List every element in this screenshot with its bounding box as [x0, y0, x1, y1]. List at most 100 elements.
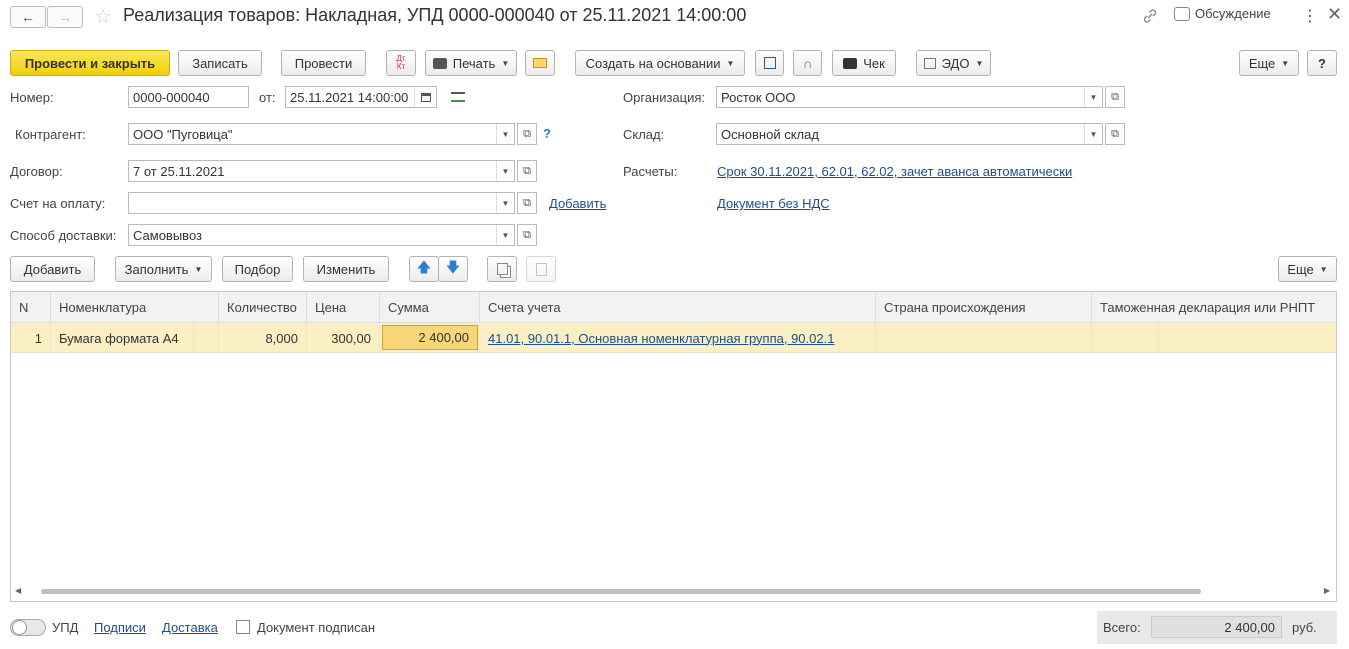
row-country[interactable]: [876, 323, 1092, 353]
chevron-down-icon: ▼: [194, 264, 203, 274]
forward-button[interactable]: →: [47, 6, 83, 28]
row-quantity[interactable]: 8,000: [219, 323, 307, 353]
create-based-on-button[interactable]: Создать на основании ▼: [575, 50, 745, 76]
table-add-button[interactable]: Добавить: [10, 256, 95, 282]
history-icon[interactable]: [451, 92, 465, 102]
open-window-icon: ⧉: [1111, 90, 1119, 103]
contractor-help-icon[interactable]: ?: [543, 126, 551, 141]
check-button[interactable]: Чек: [832, 50, 896, 76]
chevron-down-icon: ▼: [975, 58, 984, 68]
open-window-icon: ⧉: [523, 164, 531, 177]
warehouse-open-button[interactable]: ⧉: [1105, 123, 1125, 145]
contractor-label: Контрагент:: [15, 127, 86, 142]
table-more-button[interactable]: Еще ▼: [1278, 256, 1337, 282]
delivery-open-button[interactable]: ⧉: [517, 224, 537, 246]
row-accounts-link[interactable]: 41.01, 90.01.1, Основная номенклатурная …: [480, 323, 876, 353]
print-button[interactable]: Печать ▼: [425, 50, 517, 76]
chevron-down-icon: ▼: [1319, 264, 1328, 274]
date-from-label: от:: [259, 90, 276, 105]
paste-rows-button[interactable]: [526, 256, 556, 282]
no-vat-document-link[interactable]: Документ без НДС: [717, 196, 830, 211]
chevron-down-icon[interactable]: ▼: [496, 225, 514, 245]
goods-table[interactable]: N Номенклатура Количество Цена Сумма Сче…: [10, 291, 1337, 602]
row-item[interactable]: Бумага формата А4: [51, 323, 194, 353]
row-customs[interactable]: [1092, 323, 1159, 353]
structure-button[interactable]: [755, 50, 784, 76]
back-button[interactable]: ←: [10, 6, 46, 28]
open-window-icon: ⧉: [523, 196, 531, 209]
arrow-down-icon: 🡇: [445, 259, 461, 275]
scroll-right-icon[interactable]: ▶: [1324, 586, 1330, 595]
attach-button[interactable]: ∩: [793, 50, 822, 76]
post-button[interactable]: Провести: [281, 50, 366, 76]
organization-field[interactable]: Росток ООО ▼: [716, 86, 1103, 108]
chevron-down-icon[interactable]: ▼: [1084, 87, 1102, 107]
chevron-down-icon[interactable]: ▼: [496, 161, 514, 181]
email-button[interactable]: [525, 50, 555, 76]
fill-button[interactable]: Заполнить ▼: [115, 256, 212, 282]
date-field[interactable]: 25.11.2021 14:00:00: [285, 86, 437, 108]
chevron-down-icon[interactable]: ▼: [496, 124, 514, 144]
calendar-icon[interactable]: [414, 87, 436, 107]
save-button[interactable]: Записать: [178, 50, 262, 76]
contract-label: Договор:: [10, 164, 63, 179]
link-icon[interactable]: [1141, 7, 1159, 25]
delivery-method-field[interactable]: Самовывоз ▼: [128, 224, 515, 246]
organization-open-button[interactable]: ⧉: [1105, 86, 1125, 108]
row-sum[interactable]: 2 400,00: [382, 325, 478, 350]
change-button[interactable]: Изменить: [303, 256, 389, 282]
document-signed-checkbox[interactable]: [236, 620, 250, 634]
close-icon[interactable]: ✕: [1327, 4, 1342, 25]
invoice-open-button[interactable]: ⧉: [517, 192, 537, 214]
scroll-left-icon[interactable]: ◀: [15, 586, 21, 595]
table-row[interactable]: 1 Бумага формата А4 8,000 300,00 2 400,0…: [11, 323, 1336, 353]
invoice-field[interactable]: ▼: [128, 192, 515, 214]
table-header: N Номенклатура Количество Цена Сумма Сче…: [11, 292, 1336, 323]
dt-kt-button[interactable]: Дт Кт: [386, 50, 416, 76]
select-items-button[interactable]: Подбор: [222, 256, 293, 282]
contract-open-button[interactable]: ⧉: [517, 160, 537, 182]
column-header-sum[interactable]: Сумма: [380, 292, 480, 323]
currency-label: руб.: [1292, 620, 1317, 635]
copy-rows-button[interactable]: [487, 256, 517, 282]
horizontal-scrollbar[interactable]: [41, 589, 1201, 594]
column-header-n[interactable]: N: [11, 292, 51, 323]
help-button[interactable]: ?: [1307, 50, 1337, 76]
discussion-button[interactable]: Обсуждение: [1174, 6, 1271, 21]
column-header-quantity[interactable]: Количество: [219, 292, 307, 323]
chevron-down-icon[interactable]: ▼: [496, 193, 514, 213]
move-up-button[interactable]: 🡅: [409, 256, 439, 282]
column-header-accounts[interactable]: Счета учета: [480, 292, 876, 323]
column-header-price[interactable]: Цена: [307, 292, 380, 323]
add-invoice-link[interactable]: Добавить: [549, 196, 606, 211]
paperclip-icon: ∩: [802, 55, 813, 71]
column-header-customs[interactable]: Таможенная декларация или РНПТ: [1092, 292, 1336, 323]
contractor-open-button[interactable]: ⧉: [517, 123, 537, 145]
column-header-item[interactable]: Номенклатура: [51, 292, 219, 323]
toggle-knob: [12, 620, 27, 635]
dt-kt-icon: Дт Кт: [396, 54, 406, 71]
contractor-field[interactable]: ООО "Пуговица" ▼: [128, 123, 515, 145]
total-panel: Всего: 2 400,00 руб.: [1097, 611, 1337, 644]
receipt-printer-icon: [843, 57, 858, 69]
column-header-country[interactable]: Страна происхождения: [876, 292, 1092, 323]
signatures-link[interactable]: Подписи: [94, 620, 146, 635]
row-price[interactable]: 300,00: [307, 323, 380, 353]
delivery-link[interactable]: Доставка: [162, 620, 218, 635]
contract-field[interactable]: 7 от 25.11.2021 ▼: [128, 160, 515, 182]
post-and-close-button[interactable]: Провести и закрыть: [10, 50, 170, 76]
arrow-right-icon: →: [58, 9, 72, 25]
number-field[interactable]: 0000-000040: [128, 86, 249, 108]
chevron-down-icon[interactable]: ▼: [1084, 124, 1102, 144]
move-down-button[interactable]: 🡇: [438, 256, 468, 282]
settlements-link[interactable]: Срок 30.11.2021, 62.01, 62.02, зачет ава…: [717, 164, 1072, 179]
more-vertical-icon[interactable]: ⋮: [1302, 6, 1318, 26]
more-button[interactable]: Еще ▼: [1239, 50, 1299, 76]
upd-toggle[interactable]: [10, 619, 46, 636]
edo-icon: [923, 57, 936, 69]
edo-button[interactable]: ЭДО ▼: [916, 50, 991, 76]
favorite-star-icon[interactable]: ☆: [94, 4, 112, 29]
upd-label: УПД: [52, 620, 79, 635]
warehouse-field[interactable]: Основной склад ▼: [716, 123, 1103, 145]
arrow-up-icon: 🡅: [416, 259, 432, 275]
